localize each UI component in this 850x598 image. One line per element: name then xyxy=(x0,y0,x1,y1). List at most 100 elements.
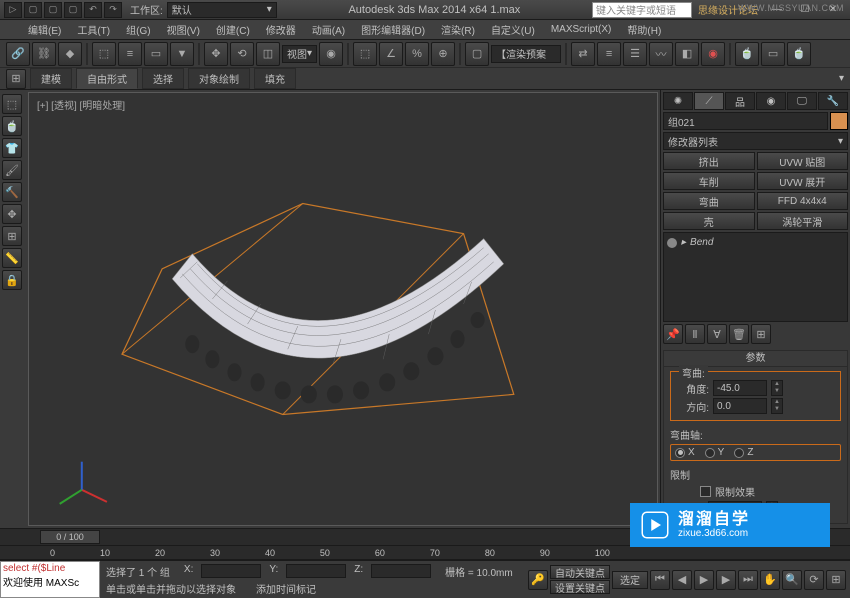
remove-mod-icon[interactable]: 🗑 xyxy=(729,324,749,344)
menu-group[interactable]: 组(G) xyxy=(118,20,158,39)
refcoord-dropdown[interactable]: 视图 ▾ xyxy=(282,45,317,63)
workspace-dropdown[interactable]: 默认 ▾ xyxy=(167,2,277,18)
ribbon-tab-selection[interactable]: 选择 xyxy=(142,68,184,89)
expand-icon[interactable]: ▸ xyxy=(681,237,686,248)
render-icon[interactable]: 🍵 xyxy=(787,42,811,66)
align-icon[interactable]: ≡ xyxy=(597,42,621,66)
menu-animation[interactable]: 动画(A) xyxy=(304,20,353,39)
btn-ffd[interactable]: FFD 4x4x4 xyxy=(757,192,849,210)
zoom-icon[interactable]: 🔍 xyxy=(782,570,802,590)
frame-slider[interactable]: 0 / 100 xyxy=(40,530,100,544)
perspective-viewport[interactable]: [+] [透视] [明暗处理] xyxy=(28,92,658,526)
schematic-icon[interactable]: ◧ xyxy=(675,42,699,66)
btn-extrude[interactable]: 挤出 xyxy=(663,152,755,170)
ribbon-tab-paint[interactable]: 对象绘制 xyxy=(188,68,250,89)
key-icon[interactable]: 🔑 xyxy=(528,570,548,590)
ribbon-expand-icon[interactable]: ▾ xyxy=(839,73,844,84)
display-tab-icon[interactable]: 🖵 xyxy=(787,92,817,110)
link-icon[interactable]: 🔗 xyxy=(6,42,30,66)
btn-uvw-map[interactable]: UVW 贴图 xyxy=(757,152,849,170)
move-icon[interactable]: ✥ xyxy=(204,42,228,66)
max-viewport-icon[interactable]: ⊞ xyxy=(826,570,846,590)
bulb-icon[interactable] xyxy=(667,238,677,248)
goto-end-icon[interactable]: ⏭ xyxy=(738,570,758,590)
pivot-icon[interactable]: ◉ xyxy=(319,42,343,66)
curve-editor-icon[interactable]: 〰 xyxy=(649,42,673,66)
modifier-list-dropdown[interactable]: 修改器列表▾ xyxy=(663,132,848,150)
y-field[interactable] xyxy=(286,564,346,578)
next-frame-icon[interactable]: ▶ xyxy=(716,570,736,590)
create-tab-icon[interactable]: ✺ xyxy=(663,92,693,110)
unlink-icon[interactable]: ⛓ xyxy=(32,42,56,66)
mirror-icon[interactable]: ⇄ xyxy=(571,42,595,66)
ribbon-tab-populate[interactable]: 填充 xyxy=(254,68,296,89)
ribbon-poly-icon[interactable]: ⊞ xyxy=(6,69,26,89)
pan-icon[interactable]: ✋ xyxy=(760,570,780,590)
scale-icon[interactable]: ◫ xyxy=(256,42,280,66)
menu-rendering[interactable]: 渲染(R) xyxy=(433,20,483,39)
axis-z-radio[interactable]: Z xyxy=(734,447,753,458)
named-sel-icon[interactable]: ▢ xyxy=(465,42,489,66)
menu-help[interactable]: 帮助(H) xyxy=(619,20,669,39)
btn-turbo[interactable]: 涡轮平滑 xyxy=(757,212,849,230)
undo-icon[interactable]: ↶ xyxy=(84,2,102,18)
redo-icon[interactable]: ↷ xyxy=(104,2,122,18)
spinner-snap-icon[interactable]: ⊕ xyxy=(431,42,455,66)
setkey-button[interactable]: 设置关键点 xyxy=(550,580,610,594)
menu-create[interactable]: 创建(C) xyxy=(208,20,258,39)
unique-icon[interactable]: ∀ xyxy=(707,324,727,344)
motion-tab-icon[interactable]: ◉ xyxy=(756,92,786,110)
select-name-icon[interactable]: ≡ xyxy=(118,42,142,66)
hierarchy-tab-icon[interactable]: 品 xyxy=(725,92,755,110)
render-setup-icon[interactable]: 🍵 xyxy=(735,42,759,66)
config-icon[interactable]: ⊞ xyxy=(751,324,771,344)
menu-modifiers[interactable]: 修改器 xyxy=(258,20,304,39)
percent-snap-icon[interactable]: % xyxy=(405,42,429,66)
axis-center-icon[interactable]: ✥ xyxy=(2,204,22,224)
app-menu-icon[interactable]: ▷ xyxy=(4,2,22,18)
show-end-icon[interactable]: Ⅱ xyxy=(685,324,705,344)
menu-maxscript[interactable]: MAXScript(X) xyxy=(543,22,620,37)
utilities-tab-icon[interactable]: 🔧 xyxy=(818,92,848,110)
menu-graph[interactable]: 图形编辑器(D) xyxy=(353,20,433,39)
menu-customize[interactable]: 自定义(U) xyxy=(483,20,543,39)
menu-edit[interactable]: 编辑(E) xyxy=(20,20,69,39)
array-icon[interactable]: ⊞ xyxy=(2,226,22,246)
rotate-icon[interactable]: ⟲ xyxy=(230,42,254,66)
axis-y-radio[interactable]: Y xyxy=(705,447,725,458)
brush-icon[interactable]: 🖌 xyxy=(2,160,22,180)
lock-icon[interactable]: 🔒 xyxy=(2,270,22,290)
select-icon[interactable]: ⬚ xyxy=(92,42,116,66)
menu-views[interactable]: 视图(V) xyxy=(159,20,208,39)
btn-shell[interactable]: 壳 xyxy=(663,212,755,230)
save-icon[interactable]: ▢ xyxy=(64,2,82,18)
select-region-icon[interactable]: ▭ xyxy=(144,42,168,66)
render-frame-icon[interactable]: ▭ xyxy=(761,42,785,66)
goto-start-icon[interactable]: ⏮ xyxy=(650,570,670,590)
btn-uvw-unwrap[interactable]: UVW 展开 xyxy=(757,172,849,190)
btn-bend[interactable]: 弯曲 xyxy=(663,192,755,210)
modify-tab-icon[interactable]: ⟋ xyxy=(694,92,724,110)
object-color-swatch[interactable] xyxy=(830,112,848,130)
modifier-stack[interactable]: ▸ Bend xyxy=(663,232,848,322)
hammer-icon[interactable]: 🔨 xyxy=(2,182,22,202)
ribbon-tab-modeling[interactable]: 建模 xyxy=(30,68,72,89)
selected-button[interactable]: 选定 xyxy=(612,571,648,589)
open-icon[interactable]: ▢ xyxy=(44,2,62,18)
constrain-icon[interactable]: ⬚ xyxy=(2,94,22,114)
snap-icon[interactable]: ⬚ xyxy=(353,42,377,66)
bind-icon[interactable]: ◆ xyxy=(58,42,82,66)
teapot-icon[interactable]: 🍵 xyxy=(2,116,22,136)
btn-lathe[interactable]: 车削 xyxy=(663,172,755,190)
shirt-icon[interactable]: 👕 xyxy=(2,138,22,158)
menu-tools[interactable]: 工具(T) xyxy=(69,20,118,39)
pin-stack-icon[interactable]: 📌 xyxy=(663,324,683,344)
filter-icon[interactable]: ▼ xyxy=(170,42,194,66)
angle-input[interactable]: -45.0 xyxy=(713,380,767,396)
angle-snap-icon[interactable]: ∠ xyxy=(379,42,403,66)
object-name-field[interactable]: 组021 xyxy=(663,112,828,130)
listener-panel[interactable]: select #($Line 欢迎使用 MAXSc xyxy=(0,561,100,598)
axis-x-radio[interactable]: X xyxy=(675,447,695,458)
prev-frame-icon[interactable]: ◀ xyxy=(672,570,692,590)
viewport-label[interactable]: [+] [透视] [明暗处理] xyxy=(37,97,125,112)
